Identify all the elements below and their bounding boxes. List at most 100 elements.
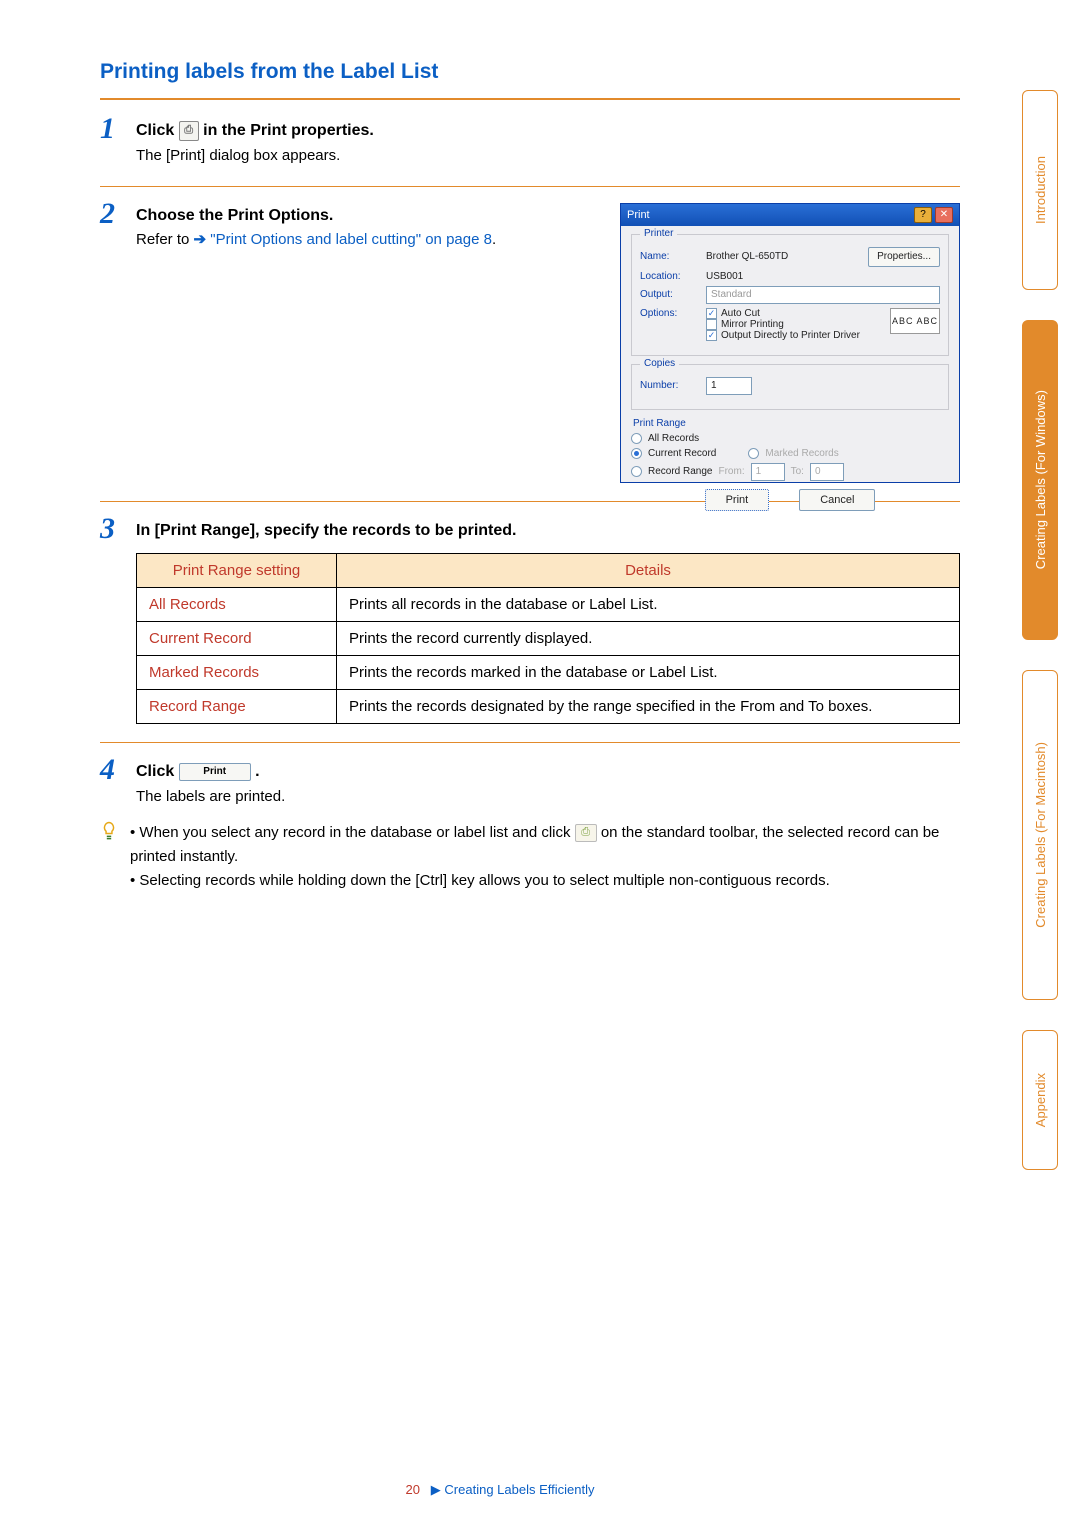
- tab-mac[interactable]: Creating Labels (For Macintosh): [1022, 670, 1058, 1000]
- range-legend: Print Range: [633, 418, 949, 429]
- step4-before: Click: [136, 763, 179, 780]
- tip1-before: When you select any record in the databa…: [139, 824, 574, 841]
- step-1: 1 Click ⎙ in the Print properties. The […: [100, 118, 960, 168]
- step1-text-before: Click: [136, 122, 179, 139]
- step-1-body: The [Print] dialog box appears.: [136, 144, 960, 168]
- step-3: 3 In [Print Range], specify the records …: [100, 518, 960, 725]
- th-details: Details: [337, 554, 960, 588]
- step-number: 3: [100, 512, 115, 546]
- location-label: Location:: [640, 271, 700, 282]
- section-title: Printing labels from the Label List: [100, 60, 960, 84]
- radio-range-label: Record Range: [648, 466, 712, 477]
- page-number: 20: [405, 1482, 419, 1497]
- cell-setting: Record Range: [137, 690, 337, 724]
- printer-group: Printer Name: Brother QL-650TD Propertie…: [631, 234, 949, 356]
- side-tabs: Introduction Creating Labels (For Window…: [1022, 90, 1058, 1200]
- help-button[interactable]: ?: [914, 207, 932, 223]
- step-2-body: Refer to ➔ "Print Options and label cutt…: [136, 228, 590, 252]
- print-toolbar-icon: ⎙: [575, 824, 597, 842]
- name-label: Name:: [640, 251, 700, 262]
- to-label: To:: [791, 466, 804, 477]
- to-input[interactable]: 0: [810, 463, 844, 481]
- tab-label: Creating Labels (For Macintosh): [1033, 716, 1048, 954]
- tab-label: Appendix: [1033, 1047, 1048, 1153]
- print-range-group: Print Range All Records Current Record M…: [631, 418, 949, 481]
- step-4-heading: Click Print .: [136, 759, 960, 785]
- tip-2: • Selecting records while holding down t…: [130, 869, 960, 893]
- step-4: 4 Click Print . The labels are printed.: [100, 759, 960, 809]
- dialog-title: Print: [627, 209, 650, 221]
- step-4-body: The labels are printed.: [136, 785, 960, 809]
- tab-windows[interactable]: Creating Labels (For Windows): [1022, 320, 1058, 640]
- step-3-heading: In [Print Range], specify the records to…: [136, 518, 960, 544]
- print-range-table: Print Range setting Details All Records …: [136, 553, 960, 724]
- step-2-row: 2 Choose the Print Options. Refer to ➔ "…: [100, 203, 960, 483]
- location-value: USB001: [706, 271, 743, 282]
- output-select[interactable]: Standard: [706, 286, 940, 304]
- step2-before: Refer to: [136, 231, 194, 248]
- table-row: Record Range Prints the records designat…: [137, 690, 960, 724]
- cell-details: Prints the records marked in the databas…: [337, 656, 960, 690]
- mirror-label: Mirror Printing: [721, 319, 784, 330]
- tab-appendix[interactable]: Appendix: [1022, 1030, 1058, 1170]
- output-label: Output:: [640, 289, 700, 300]
- auto-cut-checkbox[interactable]: ✓: [706, 308, 717, 319]
- table-row: Marked Records Prints the records marked…: [137, 656, 960, 690]
- th-setting: Print Range setting: [137, 554, 337, 588]
- auto-cut-label: Auto Cut: [721, 308, 760, 319]
- divider: [100, 186, 960, 187]
- cell-details: Prints all records in the database or La…: [337, 588, 960, 622]
- properties-button[interactable]: Properties...: [868, 247, 940, 267]
- dialog-titlebar: Print ? ✕: [621, 204, 959, 226]
- radio-current-label: Current Record: [648, 448, 716, 459]
- step4-after: .: [255, 763, 259, 780]
- mirror-checkbox[interactable]: [706, 319, 717, 330]
- tab-label: Creating Labels (For Windows): [1033, 364, 1048, 595]
- radio-marked[interactable]: [748, 448, 759, 459]
- close-button[interactable]: ✕: [935, 207, 953, 223]
- arrow-icon: ➔: [194, 231, 207, 248]
- step2-after: .: [492, 231, 496, 248]
- footer-arrow-icon: ▶: [431, 1482, 441, 1497]
- step-number: 2: [100, 197, 115, 231]
- radio-range[interactable]: [631, 466, 642, 477]
- step-2: 2 Choose the Print Options. Refer to ➔ "…: [100, 203, 590, 253]
- print-button-image: Print: [179, 763, 251, 781]
- dialog-print-button[interactable]: Print: [705, 489, 770, 511]
- dialog-cancel-button[interactable]: Cancel: [799, 489, 875, 511]
- options-label: Options:: [640, 308, 700, 319]
- print-dialog: Print ? ✕ Printer Name: Brother QL-650TD…: [620, 203, 960, 483]
- tab-label: Introduction: [1033, 130, 1048, 250]
- step-number: 1: [100, 112, 115, 146]
- radio-marked-label: Marked Records: [765, 448, 838, 459]
- from-input[interactable]: 1: [751, 463, 785, 481]
- radio-all-label: All Records: [648, 433, 699, 444]
- from-label: From:: [718, 466, 744, 477]
- step-1-heading: Click ⎙ in the Print properties.: [136, 118, 960, 144]
- printer-legend: Printer: [640, 228, 677, 239]
- tip-box: • When you select any record in the data…: [100, 821, 960, 893]
- cell-details: Prints the record currently displayed.: [337, 622, 960, 656]
- cell-details: Prints the records designated by the ran…: [337, 690, 960, 724]
- copies-input[interactable]: 1: [706, 377, 752, 395]
- cell-setting: Current Record: [137, 622, 337, 656]
- name-value: Brother QL-650TD: [706, 251, 788, 262]
- direct-checkbox[interactable]: ✓: [706, 330, 717, 341]
- cell-setting: All Records: [137, 588, 337, 622]
- tab-introduction[interactable]: Introduction: [1022, 90, 1058, 290]
- table-row: All Records Prints all records in the da…: [137, 588, 960, 622]
- divider: [100, 742, 960, 743]
- radio-current[interactable]: [631, 448, 642, 459]
- preview-chip: ABC ABC: [890, 308, 940, 334]
- tip2-text: Selecting records while holding down the…: [139, 872, 829, 889]
- print-properties-icon: ⎙: [179, 121, 199, 141]
- radio-all[interactable]: [631, 433, 642, 444]
- footer-link[interactable]: Creating Labels Efficiently: [444, 1482, 594, 1497]
- step-number: 4: [100, 753, 115, 787]
- step2-link[interactable]: "Print Options and label cutting" on pag…: [210, 231, 492, 248]
- direct-label: Output Directly to Printer Driver: [721, 330, 860, 341]
- table-row: Current Record Prints the record current…: [137, 622, 960, 656]
- page-footer: 20 ▶ Creating Labels Efficiently: [0, 1482, 1000, 1498]
- copies-legend: Copies: [640, 358, 679, 369]
- copies-group: Copies Number: 1: [631, 364, 949, 410]
